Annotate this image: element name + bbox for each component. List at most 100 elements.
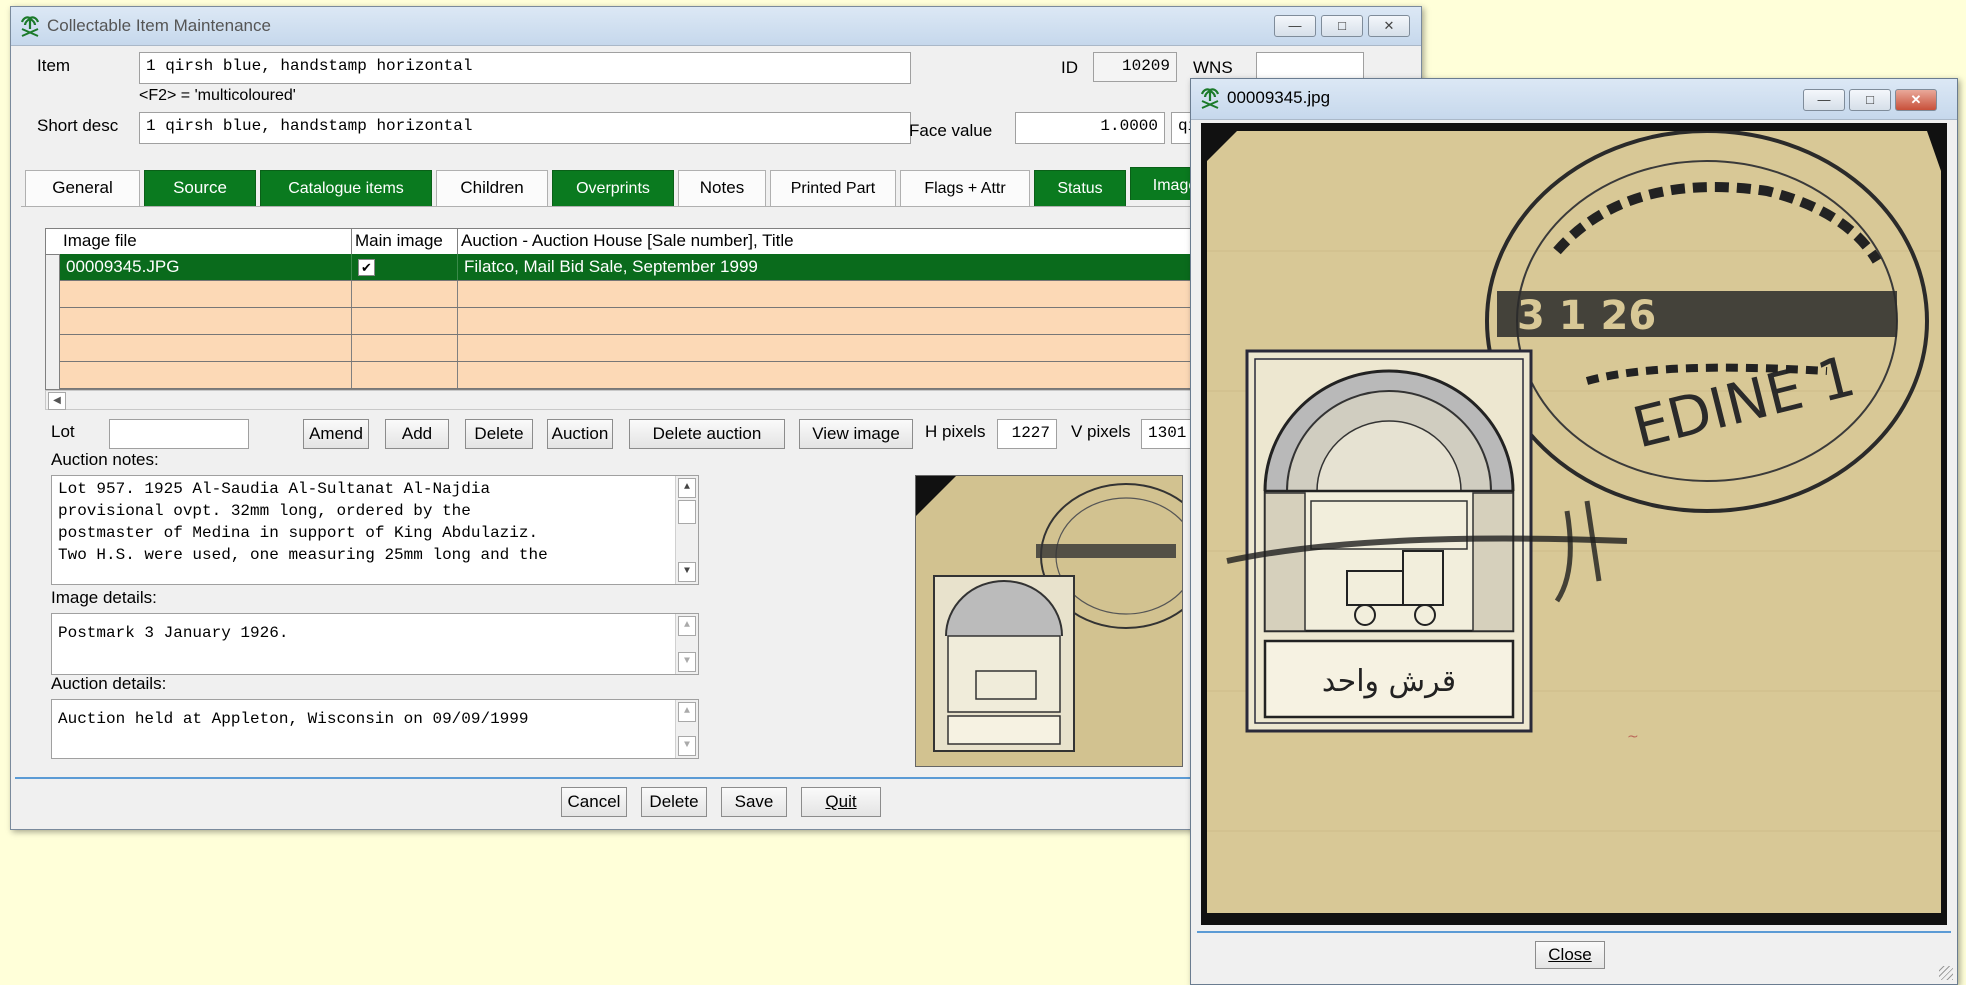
tab-flags-attr[interactable]: Flags + Attr [900,170,1030,206]
col-image-file[interactable]: Image file [60,229,352,254]
delete-item-button[interactable]: Delete [641,787,707,817]
wns-label: WNS [1193,58,1233,77]
tab-general[interactable]: General [25,170,140,206]
delete-button[interactable]: Delete [465,419,533,449]
empty-cell [352,281,458,307]
tab-overprints[interactable]: Overprints [552,170,674,206]
empty-cell [352,308,458,334]
cancel-button[interactable]: Cancel [561,787,627,817]
close-button-label: Close [1548,945,1592,964]
f2-hint: <F2> = 'multicoloured' [139,87,296,104]
maximize-button[interactable]: □ [1321,15,1363,37]
scroll-down-icon[interactable]: ▼ [678,562,696,582]
tab-status[interactable]: Status [1034,170,1126,206]
delete-auction-button[interactable]: Delete auction [629,419,785,449]
close-button[interactable]: ✕ [1368,15,1410,37]
scroll-thumb[interactable] [678,500,696,524]
image-details-textarea[interactable]: Postmark 3 January 1926. ▲ ▼ [51,613,699,675]
save-button[interactable]: Save [721,787,787,817]
table-row[interactable] [60,308,1204,335]
close-window-button[interactable]: ✕ [1895,89,1937,111]
table-row[interactable]: 00009345.JPG ✔ Filatco, Mail Bid Sale, S… [60,254,1204,281]
image-window-titlebar[interactable]: 00009345.jpg — □ ✕ [1191,79,1957,120]
table-row[interactable] [60,335,1204,362]
stamp-thumbnail-image [916,476,1182,766]
image-details-text: Postmark 3 January 1926. [58,624,289,642]
view-image-button[interactable]: View image [799,419,913,449]
maximize-button[interactable]: □ [1849,89,1891,111]
stamp-image-frame: 3 1 26 EDINE 1 قرش واحد ~ [1201,123,1947,925]
grid-horizontal-scrollbar[interactable]: ◀ [45,390,1205,410]
auction-details-textarea[interactable]: Auction held at Appleton, Wisconsin on 0… [51,699,699,759]
quit-button[interactable]: Quit [801,787,881,817]
scroll-down-icon[interactable]: ▼ [678,736,696,756]
auction-button[interactable]: Auction [547,419,613,449]
id-field: 10209 [1093,52,1177,82]
main-window-titlebar[interactable]: Collectable Item Maintenance — □ ✕ [11,7,1421,46]
auction-notes-line: Two H.S. were used, one measuring 25mm l… [58,546,548,564]
stamp-thumbnail[interactable] [915,475,1183,767]
short-desc-input[interactable]: 1 qirsh blue, handstamp horizontal [139,112,911,144]
tab-children[interactable]: Children [436,170,548,206]
auction-notes-line: provisional ovpt. 32mm long, ordered by … [58,502,471,520]
quit-button-label: Quit [825,792,857,811]
image-window: 00009345.jpg — □ ✕ 3 1 26 EDINE 1 قرش وا… [1190,78,1958,985]
face-value-label: Face value [909,121,993,140]
empty-cell [60,281,352,307]
empty-cell [352,335,458,361]
main-image-checkbox[interactable]: ✔ [358,259,375,276]
short-desc-label: Short desc [37,116,119,135]
auction-details-label: Auction details: [51,674,167,693]
auction-notes-scrollbar[interactable]: ▲ ▼ [675,476,698,584]
auction-cell: Filatco, Mail Bid Sale, September 1999 [464,257,758,276]
tab-catalogue-items[interactable]: Catalogue items [260,170,432,206]
image-file-cell: 00009345.JPG [60,254,352,280]
image-grid: Image file Main image Auction - Auction … [45,228,1205,390]
image-window-separator [1197,931,1951,933]
h-pixels-field: 1227 [997,419,1057,449]
lot-label: Lot [51,422,75,441]
postmark-date-text: 3 1 26 [1517,293,1656,339]
empty-cell [60,335,352,361]
item-input[interactable]: 1 qirsh blue, handstamp horizontal [139,52,911,84]
auction-details-text: Auction held at Appleton, Wisconsin on 0… [58,710,529,728]
main-window-title: Collectable Item Maintenance [47,16,271,35]
h-pixels-label: H pixels [925,422,986,441]
tab-notes[interactable]: Notes [678,170,766,206]
auction-details-scrollbar[interactable]: ▲ ▼ [675,700,698,758]
auction-notes-label: Auction notes: [51,450,159,469]
add-button[interactable]: Add [385,419,449,449]
lot-input[interactable] [109,419,249,449]
stamp-image: 3 1 26 EDINE 1 قرش واحد ~ [1207,131,1941,913]
scroll-up-icon[interactable]: ▲ [678,616,696,636]
image-details-label: Image details: [51,588,157,607]
item-label: Item [37,56,71,75]
scroll-down-icon[interactable]: ▼ [678,652,696,672]
image-window-title: 00009345.jpg [1227,88,1331,107]
empty-cell [352,362,458,388]
auction-notes-line: postmaster of Medina in support of King … [58,524,539,542]
empty-cell [60,362,352,388]
resize-grip-icon[interactable] [1939,966,1953,980]
col-auction[interactable]: Auction - Auction House [Sale number], T… [458,229,1204,254]
close-image-button[interactable]: Close [1535,941,1605,969]
palm-swords-icon [20,16,40,37]
scroll-up-icon[interactable]: ▲ [678,702,696,722]
palm-swords-icon [1200,88,1220,109]
minimize-button[interactable]: — [1274,15,1316,37]
tab-printed-part[interactable]: Printed Part [770,170,896,206]
v-pixels-label: V pixels [1071,422,1131,441]
scroll-left-arrow-icon[interactable]: ◀ [48,392,66,410]
id-label: ID [1061,58,1078,77]
minimize-button[interactable]: — [1803,89,1845,111]
amend-button[interactable]: Amend [303,419,369,449]
face-value-input[interactable]: 1.0000 [1015,112,1165,144]
grid-header: Image file Main image Auction - Auction … [46,229,1204,255]
tab-source[interactable]: Source [144,170,256,206]
auction-notes-textarea[interactable]: Lot 957. 1925 Al-Saudia Al-Sultanat Al-N… [51,475,699,585]
table-row[interactable] [60,362,1204,389]
image-details-scrollbar[interactable]: ▲ ▼ [675,614,698,674]
col-main-image[interactable]: Main image [352,229,458,254]
scroll-up-icon[interactable]: ▲ [678,478,696,498]
table-row[interactable] [60,281,1204,308]
